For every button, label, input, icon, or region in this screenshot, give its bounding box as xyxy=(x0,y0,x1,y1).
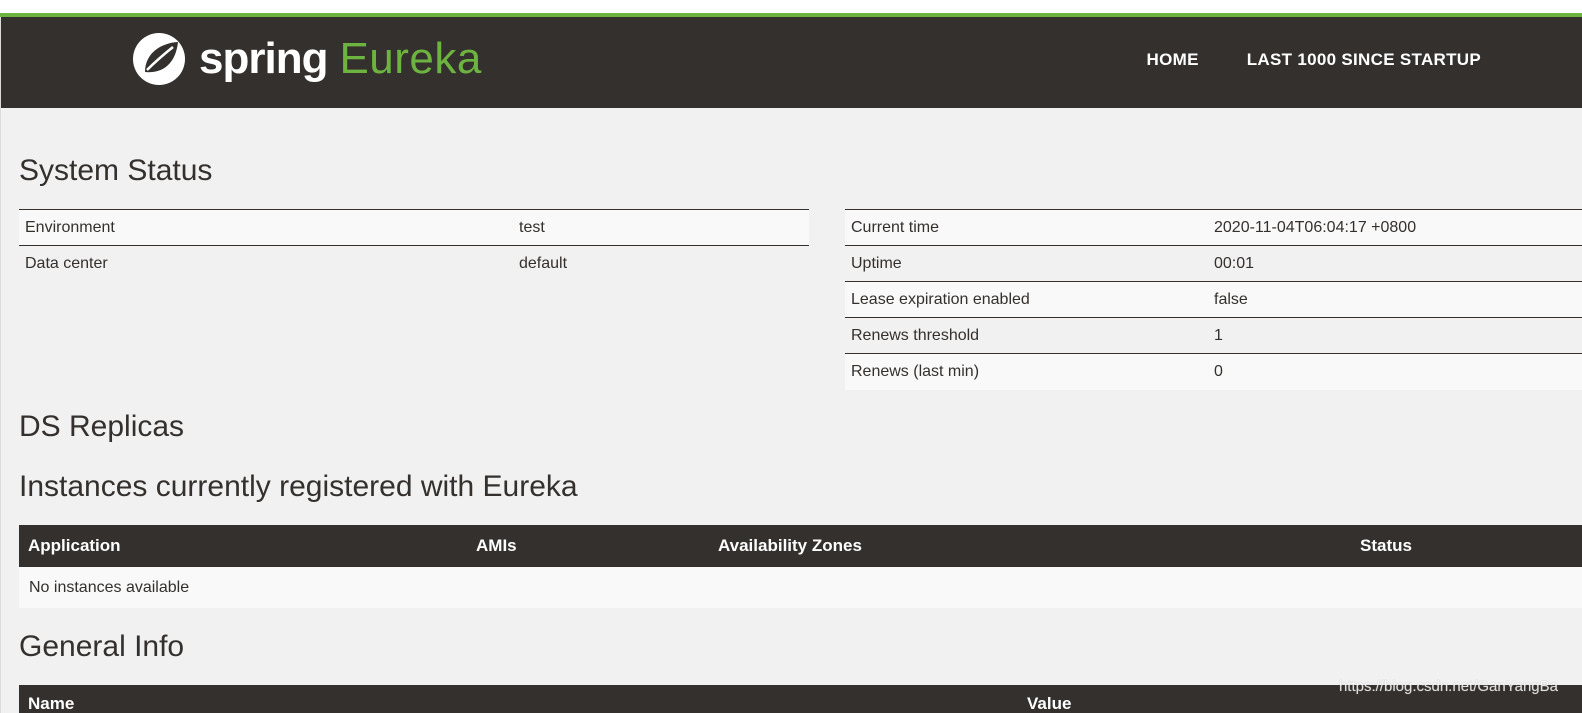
logo-spring-text: spring xyxy=(199,34,328,83)
table-row: Environment test xyxy=(19,209,809,246)
datacenter-key: Data center xyxy=(19,245,513,282)
system-status-right-table: Current time 2020-11-04T06:04:17 +0800 U… xyxy=(845,209,1582,390)
uptime-value: 00:01 xyxy=(1208,245,1582,282)
table-row: Renews threshold 1 xyxy=(845,317,1582,354)
system-status-title: System Status xyxy=(19,154,213,187)
lease-value: false xyxy=(1208,281,1582,318)
table-row: Uptime 00:01 xyxy=(845,245,1582,282)
system-status-left-table: Environment test Data center default xyxy=(19,209,809,282)
env-key: Environment xyxy=(19,209,513,246)
datacenter-value: default xyxy=(513,245,809,282)
table-row: Lease expiration enabled false xyxy=(845,281,1582,318)
general-info-title: General Info xyxy=(19,630,185,663)
instances-table: Application AMIs Availability Zones Stat… xyxy=(19,525,1582,608)
top-strip xyxy=(0,0,1582,13)
spring-eureka-logo[interactable]: spring Eureka xyxy=(131,31,482,87)
table-row: Data center default xyxy=(19,245,809,282)
nav-last-1000-link[interactable]: LAST 1000 SINCE STARTUP xyxy=(1247,50,1481,70)
table-row: No instances available xyxy=(19,567,1582,608)
renews-threshold-value: 1 xyxy=(1208,317,1582,354)
instances-title: Instances currently registered with Eure… xyxy=(19,470,578,503)
col-application: Application xyxy=(19,525,467,567)
uptime-key: Uptime xyxy=(845,245,1208,282)
renews-threshold-key: Renews threshold xyxy=(845,317,1208,354)
col-amis: AMIs xyxy=(467,525,709,567)
renews-last-min-value: 0 xyxy=(1208,353,1582,390)
col-availability-zones: Availability Zones xyxy=(709,525,1351,567)
table-header-row: Application AMIs Availability Zones Stat… xyxy=(19,525,1582,567)
col-name: Name xyxy=(19,685,1018,713)
no-instances-message: No instances available xyxy=(19,567,1582,608)
logo-eureka-text: Eureka xyxy=(339,34,482,83)
nav-links: HOME LAST 1000 SINCE STARTUP xyxy=(1099,50,1481,70)
page-border xyxy=(0,108,1,713)
current-time-key: Current time xyxy=(845,209,1208,246)
spring-leaf-icon xyxy=(131,31,187,87)
ds-replicas-title: DS Replicas xyxy=(19,410,185,443)
col-status: Status xyxy=(1351,525,1582,567)
renews-last-min-key: Renews (last min) xyxy=(845,353,1208,390)
watermark: https://blog.csdn.net/GanYangBa xyxy=(1338,678,1558,695)
env-value: test xyxy=(513,209,809,246)
navbar: spring Eureka HOME LAST 1000 SINCE START… xyxy=(0,17,1582,108)
table-row: Renews (last min) 0 xyxy=(845,353,1582,390)
current-time-value: 2020-11-04T06:04:17 +0800 xyxy=(1208,209,1582,246)
nav-home-link[interactable]: HOME xyxy=(1147,50,1199,70)
lease-key: Lease expiration enabled xyxy=(845,281,1208,318)
table-row: Current time 2020-11-04T06:04:17 +0800 xyxy=(845,209,1582,246)
